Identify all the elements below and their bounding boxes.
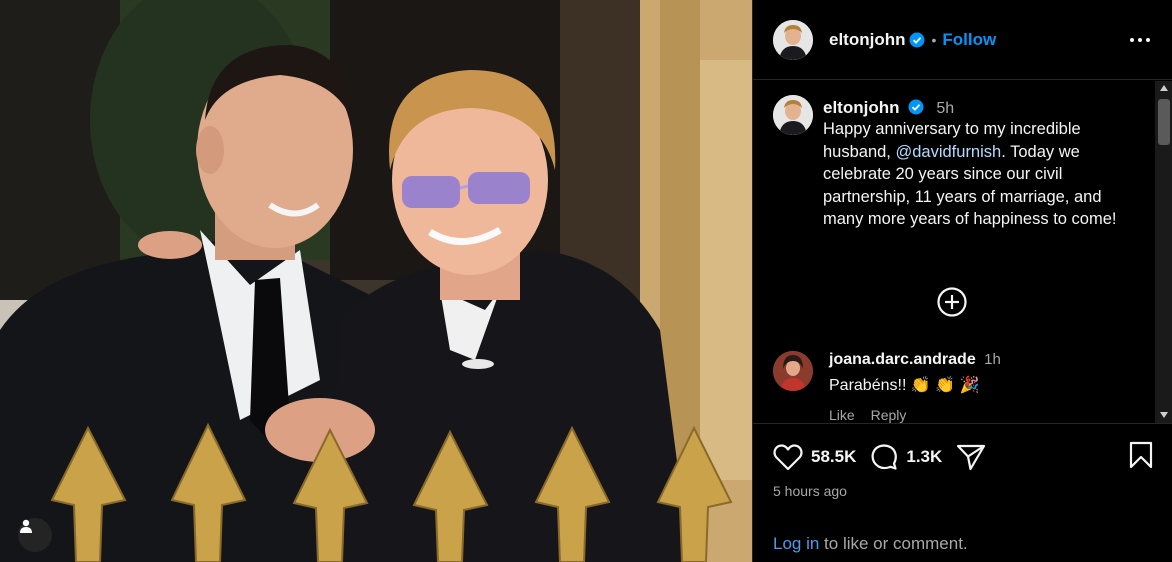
post-caption: eltonjohn 5h Happy anniversary to my inc… (773, 95, 1153, 231)
comment-bubble-icon (871, 444, 898, 470)
like-button[interactable]: 58.5K (773, 443, 856, 471)
comment-button[interactable]: 1.3K (870, 443, 942, 471)
login-prompt: Log in to like or comment. (773, 534, 968, 554)
mention-link[interactable]: @davidfurnish (895, 143, 1001, 161)
avatar[interactable] (773, 351, 813, 391)
bookmark-icon (1129, 441, 1153, 468)
profile-picture-icon (773, 19, 813, 60)
comment-time[interactable]: 1h (984, 351, 1001, 368)
post-photo[interactable] (0, 0, 752, 562)
save-button[interactable] (1129, 441, 1153, 474)
post-photo-image (0, 0, 752, 562)
comments-scrollbar[interactable] (1155, 81, 1172, 423)
scrollbar-thumb[interactable] (1158, 99, 1170, 145)
comment-like-button[interactable]: Like (829, 407, 855, 423)
caption-time[interactable]: 5h (936, 100, 954, 117)
login-link[interactable]: Log in (773, 534, 819, 553)
login-prompt-text: to like or comment. (819, 534, 968, 553)
post-header: eltonjohn • Follow (753, 0, 1172, 80)
avatar[interactable] (773, 95, 813, 135)
share-button[interactable] (956, 443, 986, 471)
comment-text: Parabéns!! 👏 👏 🎉 (829, 377, 980, 394)
comments-count[interactable]: 1.3K (906, 447, 942, 467)
separator-dot: • (931, 31, 937, 48)
comment-reply-button[interactable]: Reply (871, 407, 907, 423)
comment-username[interactable]: joana.darc.andrade (829, 351, 976, 368)
caption-text: Happy anniversary to my incredible husba… (823, 118, 1143, 231)
comment-item: joana.darc.andrade 1h Parabéns!! 👏 👏 🎉 L… (773, 351, 1133, 423)
more-options-button[interactable] (1128, 28, 1152, 52)
profile-picture-icon (773, 351, 813, 391)
verified-badge-icon (908, 99, 924, 115)
post-timestamp[interactable]: 5 hours ago (773, 483, 847, 499)
arrow-down-icon (1160, 412, 1168, 418)
scroll-down-button[interactable] (1155, 408, 1172, 422)
comments-section[interactable]: eltonjohn 5h Happy anniversary to my inc… (753, 81, 1172, 424)
likes-count[interactable]: 58.5K (811, 447, 856, 467)
caption-username[interactable]: eltonjohn (823, 98, 899, 117)
profile-picture-icon (773, 95, 813, 135)
post-actions-bar: 58.5K 1.3K (773, 440, 1153, 474)
arrow-up-icon (1160, 85, 1168, 91)
user-tag-button[interactable] (18, 518, 52, 552)
user-tag-icon (20, 519, 32, 533)
scroll-up-button[interactable] (1155, 81, 1172, 95)
follow-button[interactable]: Follow (942, 30, 996, 50)
post-author-username[interactable]: eltonjohn (829, 30, 905, 50)
load-more-comments-button[interactable] (936, 286, 968, 318)
plus-circle-icon (937, 287, 967, 317)
avatar[interactable] (773, 19, 813, 60)
more-options-icon (1130, 37, 1150, 42)
comment-actions: Like Reply (829, 407, 1001, 423)
paper-plane-icon (957, 444, 986, 471)
verified-badge-icon (909, 32, 925, 47)
post-side-panel: eltonjohn • Follow eltonjohn 5h Happy an… (752, 0, 1172, 562)
heart-icon (773, 443, 803, 470)
